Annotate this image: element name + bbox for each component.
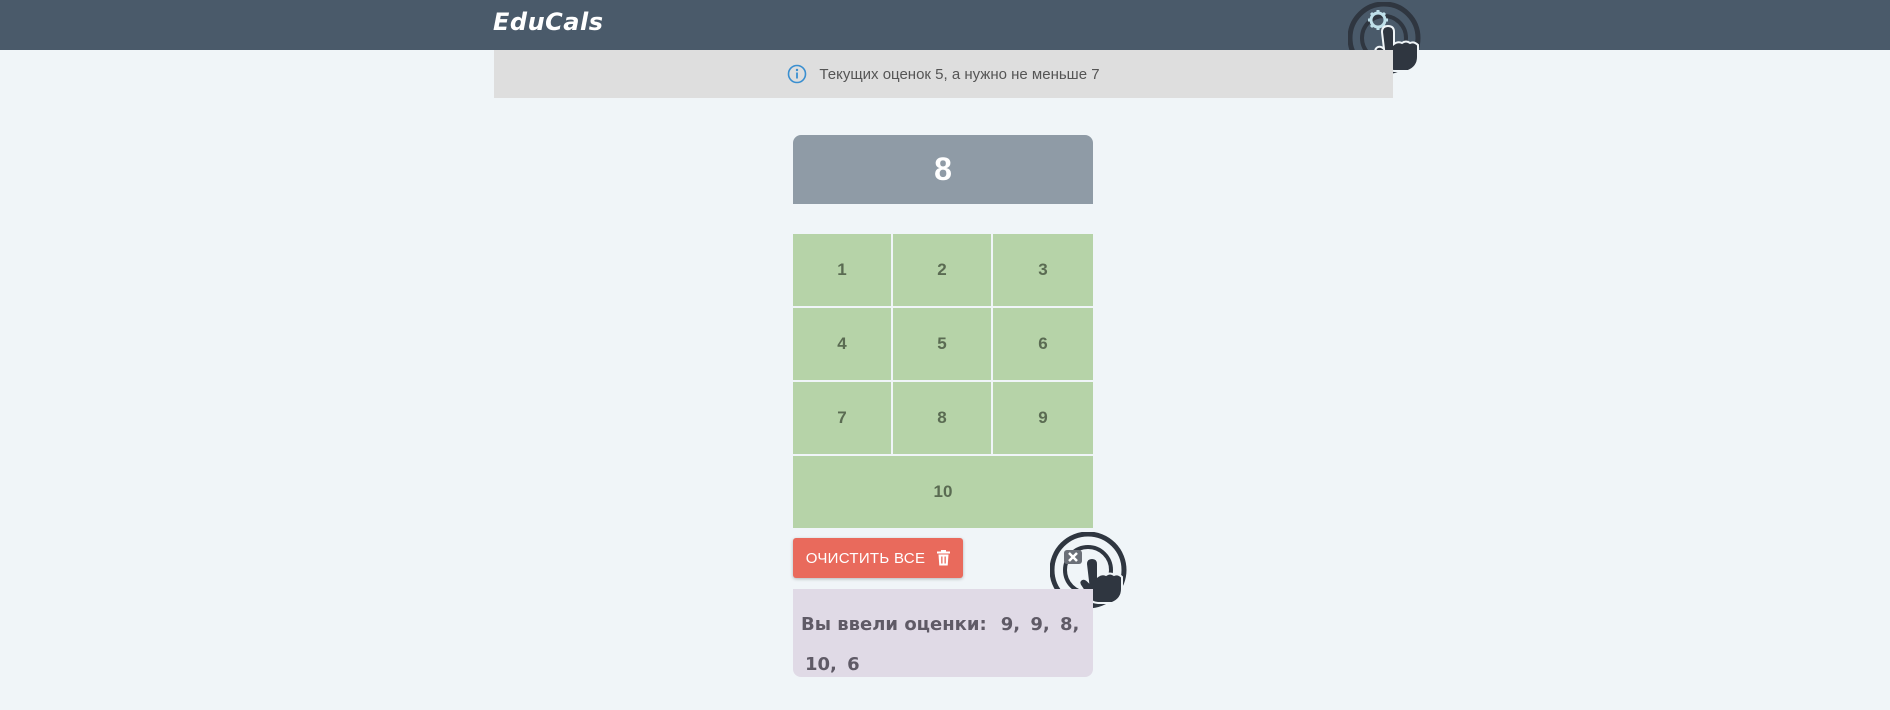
key-1[interactable]: 1	[793, 234, 891, 306]
info-icon	[787, 64, 807, 84]
key-5[interactable]: 5	[893, 308, 991, 380]
trash-icon	[937, 550, 951, 566]
app-logo[interactable]: EduCals	[493, 8, 603, 36]
clear-all-button[interactable]: ОЧИСТИТЬ ВСЕ	[793, 538, 963, 578]
key-3[interactable]: 3	[993, 234, 1093, 306]
grade-value: 9,	[1030, 614, 1050, 635]
key-9[interactable]: 9	[993, 382, 1093, 454]
top-bar: EduCals	[0, 0, 1890, 50]
entered-grades-label: Вы ввели оценки:	[801, 614, 987, 635]
key-7[interactable]: 7	[793, 382, 891, 454]
grade-display: 8	[793, 135, 1093, 204]
grade-value: 10,	[805, 654, 837, 675]
grade-value: 9,	[1000, 614, 1021, 635]
info-text: Текущих оценок 5, а нужно не меньше 7	[819, 65, 1100, 83]
grade-value: 8,	[1060, 614, 1080, 635]
key-6[interactable]: 6	[993, 308, 1093, 380]
info-banner: Текущих оценок 5, а нужно не меньше 7	[494, 50, 1393, 98]
key-4[interactable]: 4	[793, 308, 891, 380]
clear-all-label: ОЧИСТИТЬ ВСЕ	[805, 549, 926, 567]
key-10[interactable]: 10	[793, 456, 1093, 528]
grade-value: 6	[847, 654, 860, 675]
grade-keypad: 1 2 3 4 5 6 7 8 9 10	[793, 234, 1093, 528]
key-8[interactable]: 8	[893, 382, 991, 454]
display-value: 8	[934, 151, 952, 187]
key-2[interactable]: 2	[893, 234, 991, 306]
entered-grades: Вы ввели оценки: 9, 9, 8, 10, 6	[793, 589, 1093, 677]
